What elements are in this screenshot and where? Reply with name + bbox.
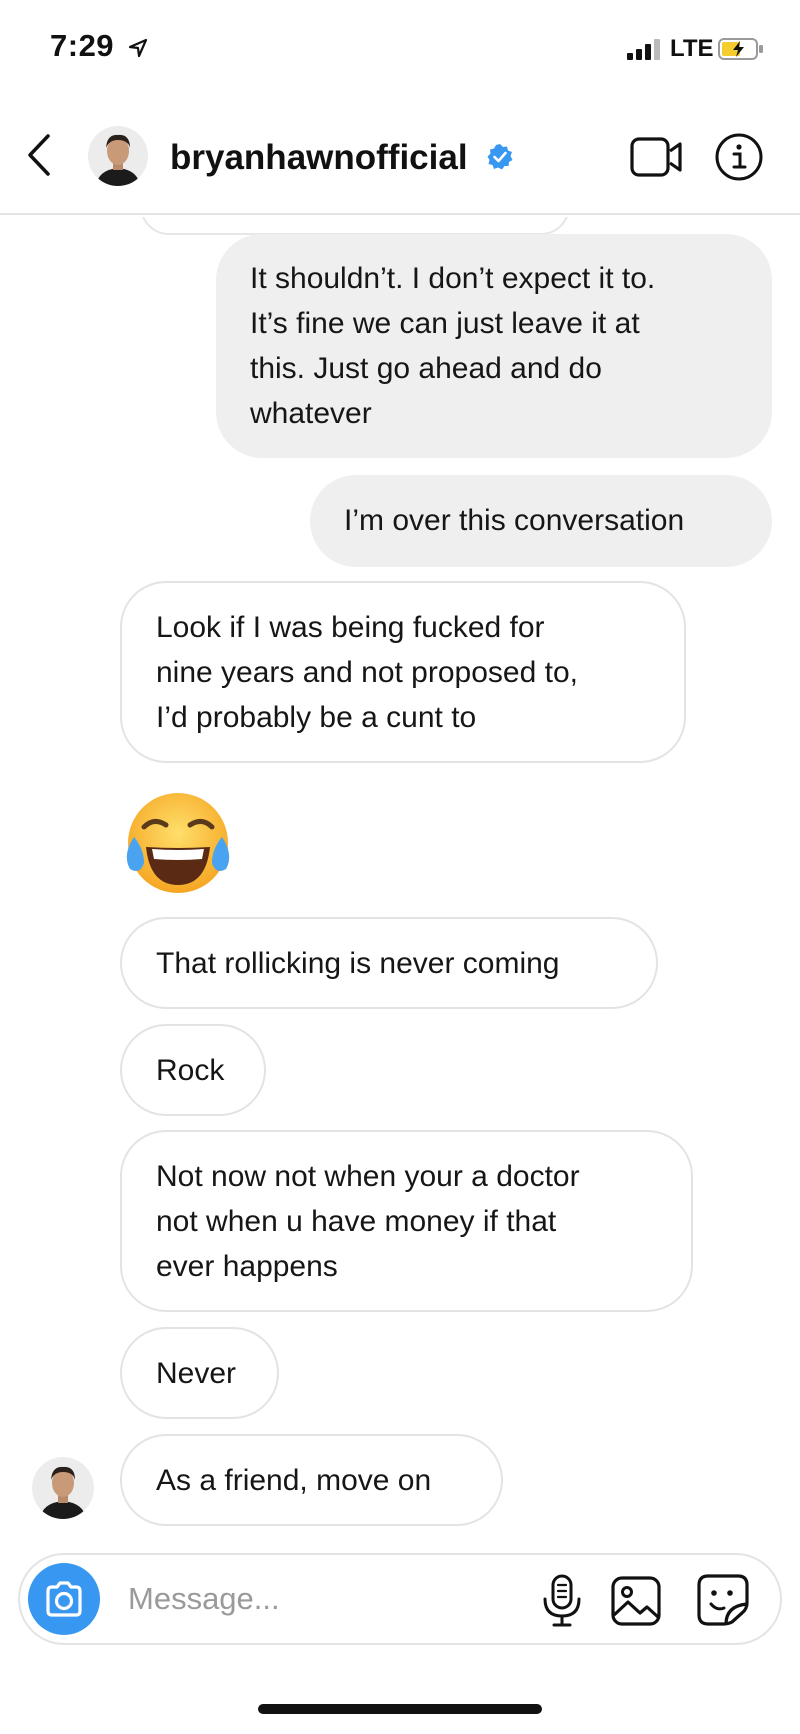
face-with-tears-of-joy-icon[interactable] — [122, 789, 234, 901]
camera-icon — [46, 1581, 82, 1617]
message-bubble-received[interactable]: Look if I was being fucked for nine year… — [120, 581, 686, 763]
status-time: 7:29 — [50, 28, 115, 63]
message-bubble-received[interactable]: As a friend, move on — [120, 1434, 503, 1526]
home-indicator[interactable] — [258, 1704, 542, 1714]
chat-username[interactable]: bryanhawnofficial — [170, 138, 468, 178]
network-label: LTE — [670, 35, 714, 62]
message-bubble-partial — [140, 217, 570, 235]
gallery-icon[interactable] — [610, 1575, 662, 1627]
camera-button[interactable] — [28, 1563, 100, 1635]
avatar[interactable] — [32, 1457, 94, 1519]
video-camera-icon[interactable] — [630, 135, 684, 179]
signal-bars-icon — [627, 38, 663, 60]
status-bar: 7:29 LTE — [0, 0, 800, 100]
chat-header: bryanhawnofficial — [0, 100, 800, 215]
message-bubble-received[interactable]: Rock — [120, 1024, 266, 1116]
message-composer — [18, 1553, 782, 1645]
message-bubble-received[interactable]: Never — [120, 1327, 279, 1419]
chevron-left-icon[interactable] — [20, 130, 60, 180]
sticker-icon[interactable] — [696, 1573, 750, 1627]
message-bubble-sent[interactable]: I’m over this conversation — [310, 475, 772, 567]
message-input[interactable] — [128, 1575, 508, 1623]
location-arrow-icon — [128, 38, 148, 58]
info-icon[interactable] — [714, 132, 764, 182]
message-bubble-sent[interactable]: It shouldn’t. I don’t expect it to. It’s… — [216, 234, 772, 458]
microphone-icon[interactable] — [540, 1573, 584, 1629]
avatar[interactable] — [88, 126, 148, 186]
message-thread[interactable]: It shouldn’t. I don’t expect it to. It’s… — [0, 217, 800, 1547]
message-bubble-received[interactable]: Not now not when your a doctor not when … — [120, 1130, 693, 1312]
verified-badge-icon — [487, 144, 513, 170]
battery-charging-icon — [718, 38, 763, 60]
message-bubble-received[interactable]: That rollicking is never coming — [120, 917, 658, 1009]
